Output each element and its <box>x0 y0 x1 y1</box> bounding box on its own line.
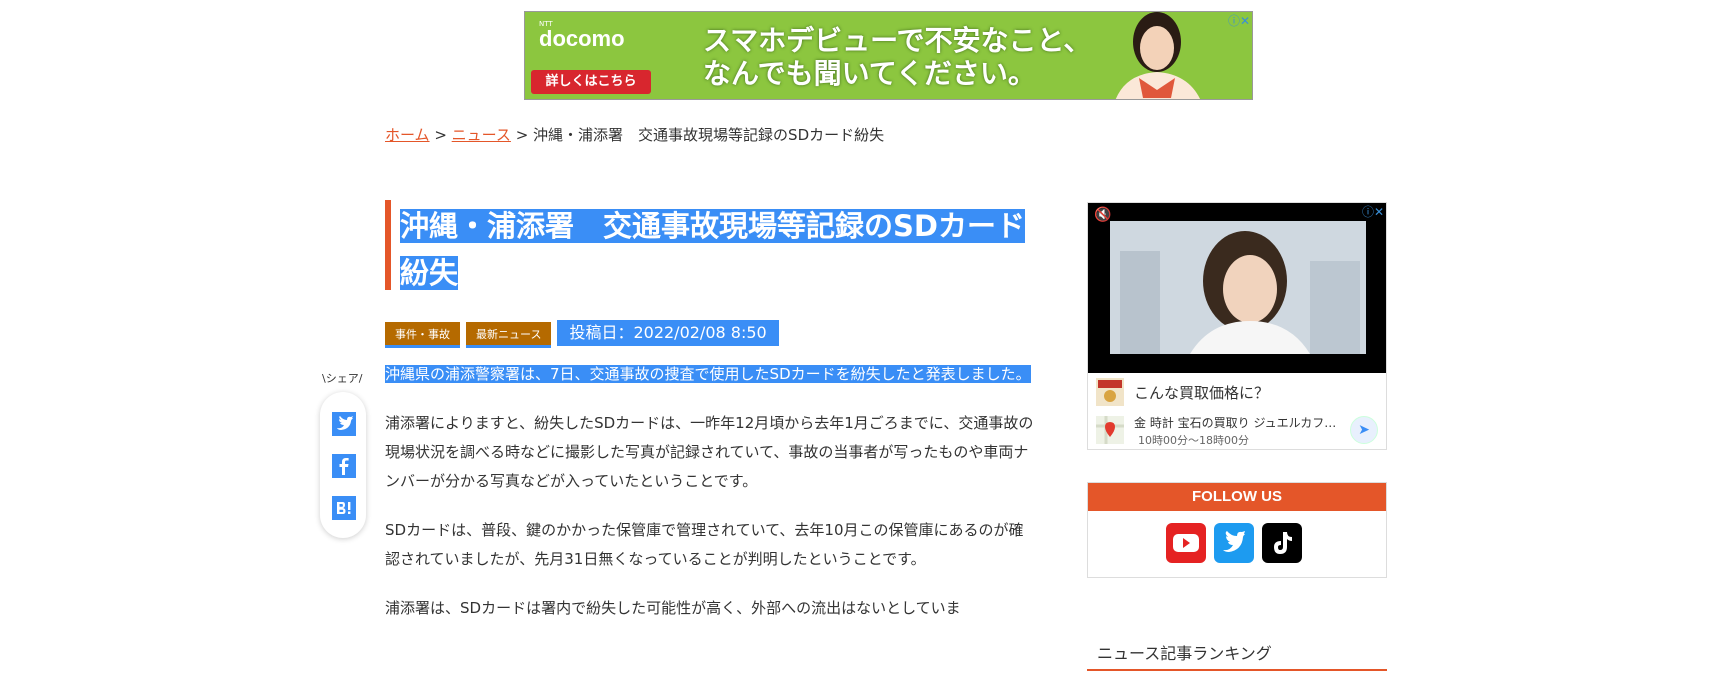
share-label: \シェア/ <box>322 372 363 385</box>
ad-cta-button[interactable]: 詳しくはこちら <box>531 70 651 94</box>
social-icons <box>1166 523 1310 563</box>
facebook-icon <box>339 458 349 475</box>
ad-row[interactable]: 金 時計 宝石の買取り ジュエルカフ… 10時00分〜18時00分 ➤ <box>1088 411 1386 449</box>
article-paragraph: 浦添署は、SDカードは署内で紛失した可能性が高く、外部への流出はないとしていま <box>385 599 961 617</box>
share-rail <box>320 392 366 538</box>
ad-copy: スマホデビューで不安なこと、 なんでも聞いてください。 <box>703 24 1091 90</box>
twitter-icon <box>337 416 353 430</box>
page-title-text: 沖縄・浦添署 交通事故現場等記録のSDカード紛失 <box>400 209 1025 290</box>
ad-video[interactable]: 🔇 ⓘ✕ <box>1088 203 1386 373</box>
page-title: 沖縄・浦添署 交通事故現場等記録のSDカード紛失 <box>400 203 1040 297</box>
ad-row-subtext: 10時00分〜18時00分 <box>1138 434 1249 447</box>
ad-copy-line1: スマホデビューで不安なこと、 <box>703 24 1092 57</box>
posted-date: 投稿日：2022/02/08 8:50 <box>557 320 779 346</box>
ad-row[interactable]: こんな買取価格に？ <box>1088 373 1386 411</box>
twitter-share-button[interactable] <box>332 412 356 436</box>
article-lead: 沖縄県の浦添警察署は、7日、交通事故の捜査で使用したSDカードを紛失したと発表し… <box>385 360 1035 389</box>
breadcrumb-separator: > <box>429 126 452 144</box>
breadcrumb-home-link[interactable]: ホーム <box>385 126 430 144</box>
ad-brand: docomo <box>539 26 625 51</box>
hatena-share-button[interactable] <box>332 496 356 520</box>
breadcrumb: ホーム > ニュース > 沖縄・浦添署 交通事故現場等記録のSDカード紛失 <box>385 124 884 145</box>
category-tag[interactable]: 最新ニュース <box>466 322 552 348</box>
directions-icon[interactable]: ➤ <box>1350 416 1378 444</box>
sidebar-ad[interactable]: 🔇 ⓘ✕ こんな買取価格に？ 金 時計 宝石の買取り ジュエルカフ… 10時00… <box>1087 202 1387 450</box>
ad-copy-line2: なんでも聞いてください。 <box>703 57 1036 90</box>
article-meta: 事件・事故 最新ニュース 投稿日：2022/02/08 8:50 <box>385 320 779 348</box>
ad-row-text[interactable]: 金 時計 宝石の買取り ジュエルカフ… <box>1134 414 1336 431</box>
ranking-heading: ニュース記事ランキング <box>1097 644 1272 663</box>
ranking-heading-underline <box>1087 669 1387 671</box>
tiktok-icon[interactable] <box>1262 523 1302 563</box>
article-lead-text: 沖縄県の浦添警察署は、7日、交通事故の捜査で使用したSDカードを紛失したと発表し… <box>385 365 1031 383</box>
article-paragraph: 浦添署によりますと、紛失したSDカードは、一昨年12月頃から去年1月ごろまでに、… <box>385 414 1034 490</box>
breadcrumb-separator: > <box>510 126 534 144</box>
breadcrumb-current: 沖縄・浦添署 交通事故現場等記録のSDカード紛失 <box>533 126 885 144</box>
article-paragraph: SDカードは、普段、鍵のかかった保管庫で管理されていて、去年10月この保管庫にあ… <box>385 521 1024 568</box>
mute-icon[interactable]: 🔇 <box>1094 207 1111 223</box>
follow-us-heading: FOLLOW US <box>1088 483 1386 511</box>
ad-thumbnail <box>1096 378 1124 406</box>
ad-woman-image <box>1110 221 1366 354</box>
ad-person-image <box>1115 12 1200 99</box>
map-icon <box>1096 416 1124 444</box>
ad-info-close-icon[interactable]: ⓘ✕ <box>1228 12 1250 29</box>
youtube-icon[interactable] <box>1166 523 1206 563</box>
title-accent-bar <box>385 200 391 290</box>
ad-info-close-icon[interactable]: ⓘ✕ <box>1362 203 1384 220</box>
article-body: 沖縄県の浦添警察署は、7日、交通事故の捜査で使用したSDカードを紛失したと発表し… <box>385 360 1035 643</box>
breadcrumb-news-link[interactable]: ニュース <box>452 126 511 144</box>
facebook-share-button[interactable] <box>332 454 356 478</box>
twitter-icon[interactable] <box>1214 523 1254 563</box>
top-banner-ad[interactable]: NTT docomo 詳しくはこちら スマホデビューで不安なこと、 なんでも聞い… <box>524 11 1253 100</box>
follow-us-widget: FOLLOW US <box>1087 482 1387 578</box>
category-tag[interactable]: 事件・事故 <box>385 322 460 348</box>
ad-row-text[interactable]: こんな買取価格に？ <box>1134 382 1269 403</box>
hatena-bookmark-icon <box>337 502 351 514</box>
ad-video-image <box>1110 221 1366 354</box>
